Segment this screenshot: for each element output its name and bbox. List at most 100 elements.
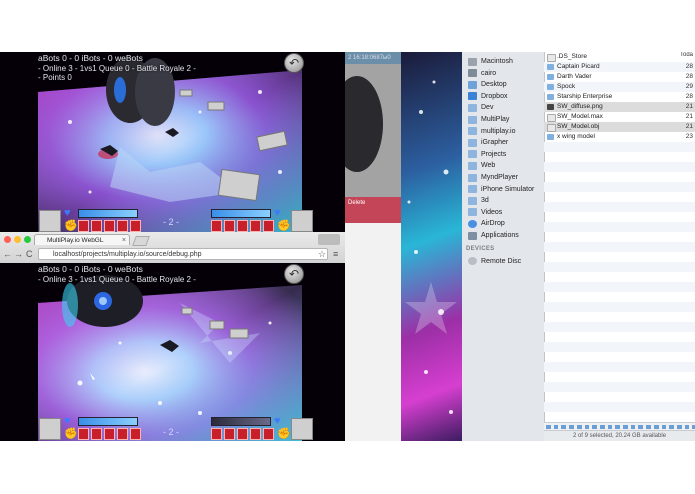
close-window-button[interactable] <box>4 236 11 243</box>
toolbar-folder-icon[interactable] <box>646 425 651 429</box>
toolbar-folder-icon[interactable] <box>623 425 628 429</box>
ability-slot[interactable] <box>263 220 274 232</box>
sidebar-item-macintosh[interactable]: Macintosh <box>468 56 513 67</box>
file-row[interactable]: Starship Enterprise 28 <box>544 92 695 102</box>
sidebar-item-iphone-simulator[interactable]: iPhone Simulator <box>468 184 534 195</box>
empty-row <box>544 302 695 312</box>
file-row[interactable]: SW_Model.max 21 <box>544 112 695 122</box>
toolbar-folder-icon[interactable] <box>584 425 590 429</box>
sidebar-item-igrapher[interactable]: iGrapher <box>468 137 508 148</box>
file-row[interactable]: SW_diffuse.png 21 <box>544 102 695 112</box>
player-avatar-left[interactable] <box>39 210 61 232</box>
sidebar-item-videos[interactable]: Videos <box>468 207 502 218</box>
file-name: Darth Vader <box>557 73 592 80</box>
exit-icon[interactable]: ↶ <box>284 264 304 284</box>
reload-icon[interactable]: C <box>26 249 33 259</box>
ability-slot[interactable] <box>224 428 235 440</box>
file-row[interactable]: SW_Model.obj 21 <box>544 122 695 132</box>
ability-slot[interactable] <box>224 220 235 232</box>
back-icon[interactable]: ← <box>3 249 12 259</box>
applications-icon <box>468 231 477 240</box>
url-text: localhost/projects/multiplay.io/source/d… <box>53 251 202 258</box>
ability-slot[interactable] <box>91 428 102 440</box>
player-avatar-right[interactable] <box>291 418 313 440</box>
zoom-window-button[interactable] <box>24 236 31 243</box>
date-column-header[interactable]: Toda <box>677 52 695 58</box>
toolbar-folder-icon[interactable] <box>576 425 582 429</box>
toolbar-folder-icon[interactable] <box>638 425 644 429</box>
background-window-pane[interactable]: 2 16:18:0687ы0 Delete <box>345 52 401 441</box>
toolbar-folder-icon[interactable] <box>553 425 559 429</box>
ability-slot[interactable] <box>78 428 89 440</box>
toolbar-folder-icon[interactable] <box>546 425 551 429</box>
bookmark-star-icon[interactable]: ☆ <box>318 249 326 259</box>
ability-slot[interactable] <box>250 220 261 232</box>
sidebar-item-cairo[interactable]: cairo <box>468 68 496 79</box>
delete-bar[interactable]: Delete <box>345 197 401 223</box>
ability-slot[interactable] <box>250 428 261 440</box>
sidebar-item-airdrop[interactable]: AirDrop <box>468 218 505 229</box>
toolbar-folder-icon[interactable] <box>676 425 682 429</box>
new-tab-button[interactable] <box>132 236 150 246</box>
ability-slot[interactable] <box>130 428 141 440</box>
document-icon <box>547 114 556 122</box>
sidebar-item-projects[interactable]: Projects <box>468 149 506 160</box>
toolbar-folder-icon[interactable] <box>592 425 597 429</box>
ability-slot[interactable] <box>130 220 141 232</box>
file-row[interactable]: Captain Picard 28 <box>544 62 695 72</box>
ability-slot[interactable] <box>263 428 274 440</box>
exit-icon[interactable]: ↶ <box>284 53 304 73</box>
toolbar-folder-icon[interactable] <box>653 425 659 429</box>
empty-row <box>544 262 695 272</box>
starfield-window-pane[interactable] <box>401 52 462 441</box>
sidebar-item-remote-disc[interactable]: Remote Disc <box>468 256 521 267</box>
sidebar-item-dropbox[interactable]: Dropbox <box>468 91 507 102</box>
ability-slot[interactable] <box>211 428 222 440</box>
sidebar-item-label: 3d <box>481 197 489 205</box>
sidebar-item-multiplay-io[interactable]: multiplay.io <box>468 126 516 137</box>
toolbar-folder-icon[interactable] <box>599 425 605 429</box>
toolbar-folder-icon[interactable] <box>669 425 674 429</box>
file-row[interactable]: Spock 29 <box>544 82 695 92</box>
menu-icon[interactable]: ≡ <box>333 249 338 259</box>
sidebar-item-multiplay[interactable]: MultiPlay <box>468 114 509 125</box>
ability-slot[interactable] <box>237 428 248 440</box>
empty-row <box>544 242 695 252</box>
forward-icon[interactable]: → <box>14 249 23 259</box>
ability-slot[interactable] <box>237 220 248 232</box>
sidebar-item-dev[interactable]: Dev <box>468 102 493 113</box>
toolbar-folder-icon[interactable] <box>561 425 567 429</box>
toolbar-folder-icon[interactable] <box>684 425 690 429</box>
minimize-window-button[interactable] <box>14 236 21 243</box>
toolbar-folder-icon[interactable] <box>630 425 636 429</box>
player-avatar-left[interactable] <box>39 418 61 440</box>
heart-icon: ♥ <box>274 415 281 427</box>
sidebar-item-myndplayer[interactable]: MyndPlayer <box>468 172 518 183</box>
close-tab-icon[interactable]: × <box>122 235 126 245</box>
toolbar-folder-icon[interactable] <box>661 425 667 429</box>
browser-tab[interactable]: MultiPlay.io WebGL × <box>34 234 130 245</box>
sidebar-item-applications[interactable]: Applications <box>468 230 519 241</box>
sidebar-item-desktop[interactable]: Desktop <box>468 79 507 90</box>
profile-icon[interactable] <box>318 234 340 245</box>
game-view-bottom[interactable]: aBots 0 - 0 iBots - 0 weBots - Online 3 … <box>0 263 345 441</box>
sidebar-item-3d[interactable]: 3d <box>468 195 489 206</box>
toolbar-folder-icon[interactable] <box>615 425 621 429</box>
ability-slot[interactable] <box>117 220 128 232</box>
toolbar-folder-icon[interactable] <box>569 425 574 429</box>
ability-slot[interactable] <box>211 220 222 232</box>
player-avatar-right[interactable] <box>291 210 313 232</box>
game-view-top[interactable]: aBots 0 - 0 iBots - 0 weBots - Online 3 … <box>0 52 345 232</box>
file-row[interactable]: x wing model 23 <box>544 132 695 142</box>
ability-slot[interactable] <box>91 220 102 232</box>
toolbar-folder-icon[interactable] <box>607 425 613 429</box>
ability-slot[interactable] <box>117 428 128 440</box>
file-row[interactable]: Darth Vader 28 <box>544 72 695 82</box>
address-bar[interactable]: localhost/projects/multiplay.io/source/d… <box>38 248 328 260</box>
sidebar-item-web[interactable]: Web <box>468 160 495 171</box>
ability-slot[interactable] <box>78 220 89 232</box>
ability-slot[interactable] <box>104 220 115 232</box>
page-indicator: - 2 - <box>163 217 180 227</box>
file-row[interactable]: .DS_Store <box>544 52 695 62</box>
ability-slot[interactable] <box>104 428 115 440</box>
